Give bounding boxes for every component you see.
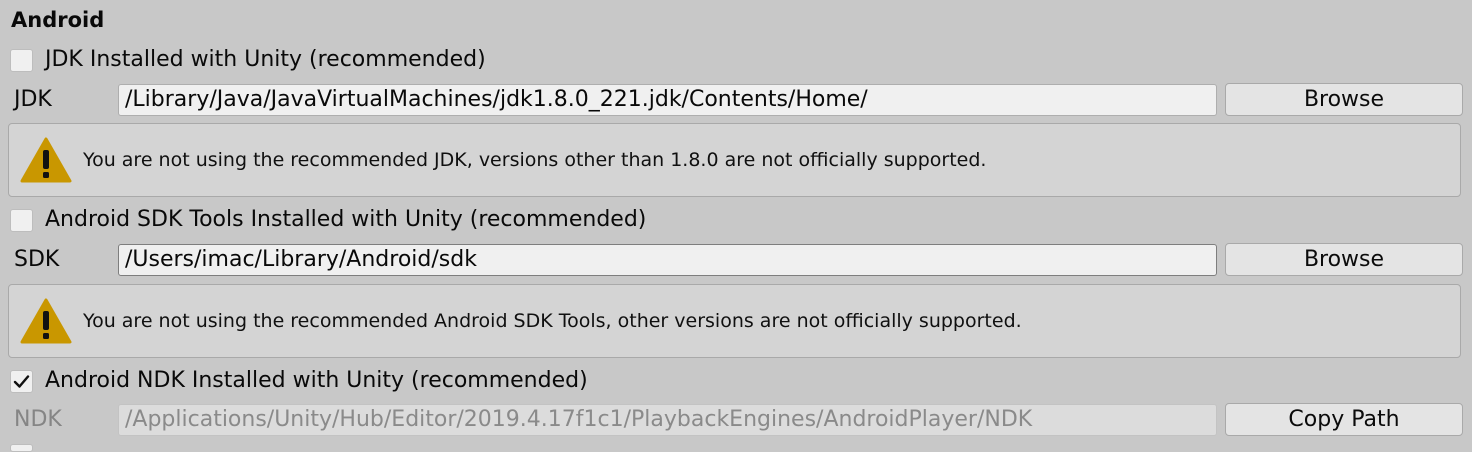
ndk-field-label: NDK — [14, 407, 62, 432]
sdk-browse-button[interactable]: Browse — [1225, 243, 1463, 276]
sdk-toggle-label: Android SDK Tools Installed with Unity (… — [45, 207, 647, 232]
jdk-checkbox[interactable] — [10, 48, 33, 72]
ndk-toggle[interactable]: Android NDK Installed with Unity (recomm… — [10, 366, 588, 396]
jdk-toggle-label: JDK Installed with Unity (recommended) — [45, 47, 486, 72]
checkmark-icon — [13, 374, 30, 388]
jdk-browse-button[interactable]: Browse — [1225, 83, 1463, 116]
sdk-checkbox[interactable] — [10, 208, 33, 232]
jdk-toggle[interactable]: JDK Installed with Unity (recommended) — [10, 45, 486, 75]
ndk-toggle-label: Android NDK Installed with Unity (recomm… — [45, 368, 588, 393]
jdk-path-field[interactable]: /Library/Java/JavaVirtualMachines/jdk1.8… — [118, 84, 1217, 116]
ndk-checkbox[interactable] — [10, 369, 33, 393]
jdk-field-label: JDK — [14, 87, 52, 112]
ndk-path-field: /Applications/Unity/Hub/Editor/2019.4.17… — [118, 404, 1217, 436]
sdk-field-label: SDK — [14, 247, 60, 272]
sdk-warning-text: You are not using the recommended Androi… — [83, 310, 1022, 332]
next-toggle-checkbox[interactable] — [10, 444, 33, 452]
sdk-toggle[interactable]: Android SDK Tools Installed with Unity (… — [10, 205, 646, 235]
jdk-warning-text: You are not using the recommended JDK, v… — [83, 149, 987, 171]
ndk-copy-path-button[interactable]: Copy Path — [1225, 403, 1463, 436]
warning-icon — [20, 137, 72, 183]
sdk-path-field[interactable]: /Users/imac/Library/Android/sdk — [118, 244, 1217, 276]
section-title: Android — [11, 8, 105, 32]
warning-icon — [20, 298, 72, 344]
jdk-warning-box: You are not using the recommended JDK, v… — [8, 123, 1461, 197]
sdk-warning-box: You are not using the recommended Androi… — [8, 284, 1461, 358]
